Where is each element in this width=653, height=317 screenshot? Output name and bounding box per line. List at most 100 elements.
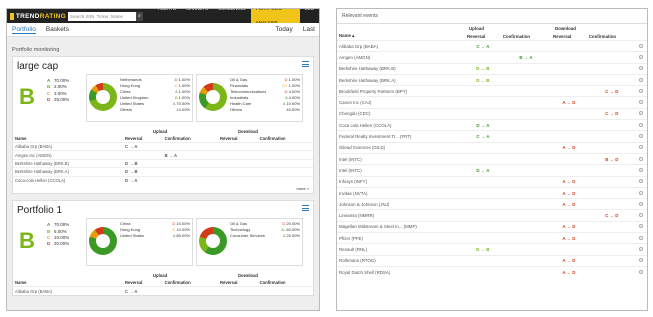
- table-row[interactable]: Brookfield Property Partners (BPY) C → D: [337, 85, 647, 97]
- table-row[interactable]: Magellan Midstream & Steel In... (MMP) A …: [337, 220, 647, 233]
- instrument-name[interactable]: Gilead Sciences (GILD): [337, 141, 465, 154]
- search-icon[interactable]: ⌕: [135, 11, 144, 21]
- status-dot-icon[interactable]: [637, 51, 647, 64]
- tab-today[interactable]: Today: [275, 26, 292, 33]
- instrument-name[interactable]: Rothmans (RTOG): [337, 254, 465, 267]
- status-dot-icon[interactable]: [637, 73, 647, 86]
- tab-baskets[interactable]: Baskets: [46, 26, 69, 33]
- table-row[interactable]: Coca-cola Hellen (CCOLA) D → A: [13, 175, 313, 185]
- status-dot-icon[interactable]: [637, 243, 647, 256]
- more-link[interactable]: more >: [13, 184, 313, 193]
- col-header-confirmation[interactable]: Confirmation: [258, 135, 313, 143]
- table-row[interactable]: Berkshire Hathaway (BRK.A) D → B: [13, 167, 313, 177]
- status-dot-icon[interactable]: [637, 254, 647, 267]
- table-row[interactable]: Intel (INTC) D → A: [337, 164, 647, 177]
- instrument-name[interactable]: Invitae (NVTA): [337, 186, 465, 199]
- table-row[interactable]: Infosys (INFY) A → D: [337, 175, 647, 188]
- col-header-confirmation[interactable]: Confirmation: [163, 279, 218, 287]
- instrument-name[interactable]: Renault (RNL): [337, 243, 465, 256]
- table-row[interactable]: Johnson & Johnson (JNJ) A → D: [337, 198, 647, 210]
- status-dot-icon[interactable]: [637, 141, 647, 154]
- instrument-name[interactable]: Intel (INTC): [337, 164, 465, 177]
- instrument-name[interactable]: Intel (INTC): [337, 152, 465, 165]
- country-breakdown[interactable]: Netherlands Hong Kong China United Kingd…: [86, 74, 193, 122]
- col-header-reversal[interactable]: Reversal: [123, 135, 163, 143]
- table-row[interactable]: Rothmans (RTOG) A → D: [337, 254, 647, 267]
- instrument-name[interactable]: Chengdu (CDC): [337, 107, 465, 120]
- instrument-name[interactable]: Canon Inc (CAJ): [337, 96, 465, 109]
- table-row[interactable]: Lineamia (NMRR) C → D: [337, 209, 647, 222]
- status-dot-icon[interactable]: [637, 209, 647, 222]
- status-dot-icon[interactable]: [637, 85, 647, 97]
- table-row[interactable]: Amgen (AMGN) B → A: [337, 51, 647, 64]
- col-header-name[interactable]: Name: [13, 135, 123, 143]
- instrument-name[interactable]: Amgen (AMGN): [337, 51, 465, 64]
- status-dot-icon[interactable]: [637, 175, 647, 188]
- sector-breakdown[interactable]: Oil & Gas Technology Consumer Services D…: [196, 218, 303, 267]
- instrument-name[interactable]: Pfizer (PFE): [337, 232, 465, 244]
- table-row[interactable]: Renault (RNL) D → B: [337, 243, 647, 256]
- table-row[interactable]: Amgen Inc (AMGN) B → A: [13, 150, 313, 160]
- sector-breakdown[interactable]: Oil & Gas Financials Telecommunications …: [196, 74, 303, 122]
- instrument-name[interactable]: Coca cola Hellen (CCOLA): [337, 119, 465, 131]
- table-row[interactable]: Berkshire Hathaway (BRK.A) D → B: [337, 73, 647, 86]
- table-row[interactable]: Berkshire Hathaway (BRK.B) D → B: [337, 62, 647, 75]
- table-row[interactable]: Royal Dutch Shell (RDSA) A → D: [337, 265, 647, 278]
- instrument-name[interactable]: Magellan Midstream & Steel In... (MMP): [337, 220, 465, 233]
- table-row[interactable]: Pfizer (PFE) A → D: [337, 232, 647, 244]
- col-header-reversal[interactable]: Reversal: [551, 32, 587, 41]
- status-dot-icon[interactable]: [637, 152, 647, 165]
- table-row[interactable]: Invitae (NVTA) A → D: [337, 186, 647, 199]
- col-header-reversal[interactable]: Reversal: [123, 279, 163, 287]
- trendrating-logo[interactable]: TREND RATING: [10, 12, 66, 20]
- status-dot-icon[interactable]: [637, 119, 647, 131]
- status-dot-icon[interactable]: [637, 186, 647, 199]
- col-header-confirmation[interactable]: Confirmation: [501, 32, 551, 41]
- col-header-reversal[interactable]: Reversal: [465, 32, 501, 41]
- instrument-name[interactable]: Federal Realty Investment Tr... (FRT): [337, 130, 465, 143]
- instrument-name[interactable]: Berkshire Hathaway (BRK.A): [337, 73, 465, 86]
- table-row[interactable]: Alibaba Grp (BABA) C → A: [13, 286, 313, 296]
- table-row[interactable]: Canon Inc (CAJ) A → D: [337, 96, 647, 109]
- instrument-name[interactable]: Johnson & Johnson (JNJ): [337, 198, 465, 210]
- menu-icon[interactable]: [302, 205, 309, 212]
- country-breakdown[interactable]: China Hong Kong United States D 10.00% C…: [86, 218, 193, 267]
- instrument-name[interactable]: Alibaba Grp (BABA): [13, 286, 123, 296]
- col-header-confirmation[interactable]: Confirmation: [587, 32, 637, 41]
- status-dot-icon[interactable]: [637, 62, 647, 75]
- status-dot-icon[interactable]: [637, 107, 647, 120]
- instrument-name[interactable]: Lineamia (NMRR): [337, 209, 465, 222]
- table-row[interactable]: Berkshire Hathaway (BRK.B) D → B: [13, 158, 313, 168]
- col-header-confirmation[interactable]: Confirmation: [163, 135, 218, 143]
- card-title[interactable]: Portfolio 1: [13, 201, 313, 218]
- instrument-name[interactable]: Brookfield Property Partners (BPY): [337, 85, 465, 97]
- table-row[interactable]: Federal Realty Investment Tr... (FRT) C →…: [337, 130, 647, 143]
- col-header-reversal[interactable]: Reversal: [218, 135, 258, 143]
- status-dot-icon[interactable]: [637, 130, 647, 143]
- status-dot-icon[interactable]: [637, 232, 647, 244]
- instrument-name[interactable]: Royal Dutch Shell (RDSA): [337, 265, 465, 278]
- status-dot-icon[interactable]: [637, 39, 647, 52]
- instrument-name[interactable]: Infosys (INFY): [337, 175, 465, 188]
- table-row[interactable]: Coca cola Hellen (CCOLA) D → A: [337, 119, 647, 131]
- menu-icon[interactable]: [302, 61, 309, 67]
- col-header-name[interactable]: Name ▴: [337, 32, 465, 41]
- status-dot-icon[interactable]: [637, 220, 647, 233]
- col-header-name[interactable]: Name: [13, 279, 123, 287]
- status-dot-icon[interactable]: [637, 265, 647, 278]
- col-header-confirmation[interactable]: Confirmation: [258, 279, 313, 287]
- instrument-name[interactable]: Coca-cola Hellen (CCOLA): [13, 175, 123, 185]
- table-row[interactable]: Alibaba Grp (BABA) C → A: [337, 39, 647, 52]
- table-row[interactable]: Gilead Sciences (GILD) A → D: [337, 141, 647, 154]
- table-row[interactable]: Chengdu (CDC) C → D: [337, 107, 647, 120]
- col-header-reversal[interactable]: Reversal: [218, 279, 258, 287]
- tab-portfolio[interactable]: Portfolio: [12, 26, 36, 34]
- status-dot-icon[interactable]: [637, 198, 647, 210]
- instrument-name[interactable]: Berkshire Hathaway (BRK.A): [13, 167, 123, 177]
- table-row[interactable]: Intel (INTC) B → D: [337, 152, 647, 165]
- tab-last[interactable]: Last: [303, 26, 315, 33]
- card-title[interactable]: large cap: [13, 57, 313, 74]
- status-dot-icon[interactable]: [637, 96, 647, 109]
- table-row[interactable]: Alibaba Grp (BABA) C → A: [13, 141, 313, 151]
- status-dot-icon[interactable]: [637, 164, 647, 177]
